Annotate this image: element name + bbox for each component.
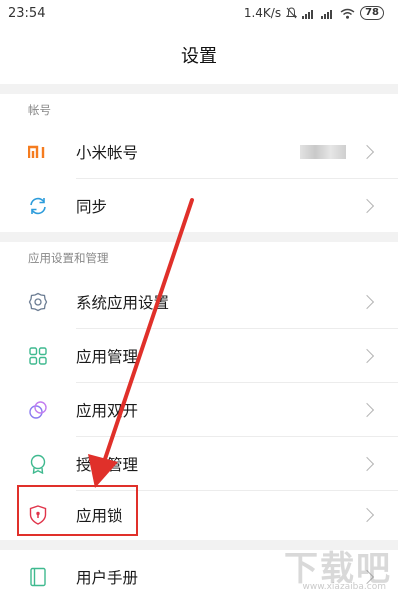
section-title-account: 帐号 <box>28 103 51 117</box>
account-id-blurred <box>300 144 346 159</box>
chevron-right-icon <box>359 456 375 471</box>
status-indicators: 1.4K/s 78 <box>244 6 384 20</box>
dual-app-icon <box>27 399 49 421</box>
item-label: 应用双开 <box>76 401 139 420</box>
highlight-box <box>17 485 138 536</box>
item-label: 应用管理 <box>76 347 139 366</box>
signal-icon-2 <box>321 9 333 19</box>
item-label: 同步 <box>76 197 108 216</box>
chevron-right-icon <box>359 507 375 522</box>
item-label: 小米帐号 <box>76 143 139 162</box>
grid-icon <box>27 345 49 367</box>
status-bar: 23:54 1.4K/s 78 <box>0 0 398 26</box>
gear-icon <box>27 291 49 313</box>
settings-item-sync[interactable]: 同步 <box>0 179 398 232</box>
settings-item-system-app-settings[interactable]: 系统应用设置 <box>0 275 398 328</box>
section-title-app-settings: 应用设置和管理 <box>28 251 109 265</box>
item-label: 授权管理 <box>76 455 139 474</box>
section-gap <box>0 84 398 94</box>
section-gap <box>0 232 398 242</box>
signal-icon <box>302 9 314 19</box>
settings-item-app-management[interactable]: 应用管理 <box>0 329 398 382</box>
chevron-right-icon <box>359 198 375 213</box>
mute-icon <box>286 7 298 19</box>
settings-item-mi-account[interactable]: 小米帐号 <box>0 125 398 178</box>
watermark-url: www.xiazaiba.com <box>302 582 386 592</box>
chevron-right-icon <box>359 348 375 363</box>
wifi-icon <box>340 8 355 19</box>
mi-logo-icon <box>27 141 49 163</box>
status-time: 23:54 <box>8 5 46 21</box>
battery-indicator: 78 <box>360 6 384 20</box>
badge-icon <box>27 453 49 475</box>
settings-item-permissions[interactable]: 授权管理 <box>0 437 398 490</box>
item-label: 系统应用设置 <box>76 293 170 312</box>
item-label: 用户手册 <box>76 568 139 587</box>
network-speed: 1.4K/s <box>243 6 282 20</box>
settings-item-dual-apps[interactable]: 应用双开 <box>0 383 398 436</box>
manual-icon <box>27 566 49 588</box>
chevron-right-icon <box>359 402 375 417</box>
sync-icon <box>27 195 49 217</box>
page-title: 设置 <box>181 46 217 67</box>
chevron-right-icon <box>359 294 375 309</box>
chevron-right-icon <box>359 144 375 159</box>
